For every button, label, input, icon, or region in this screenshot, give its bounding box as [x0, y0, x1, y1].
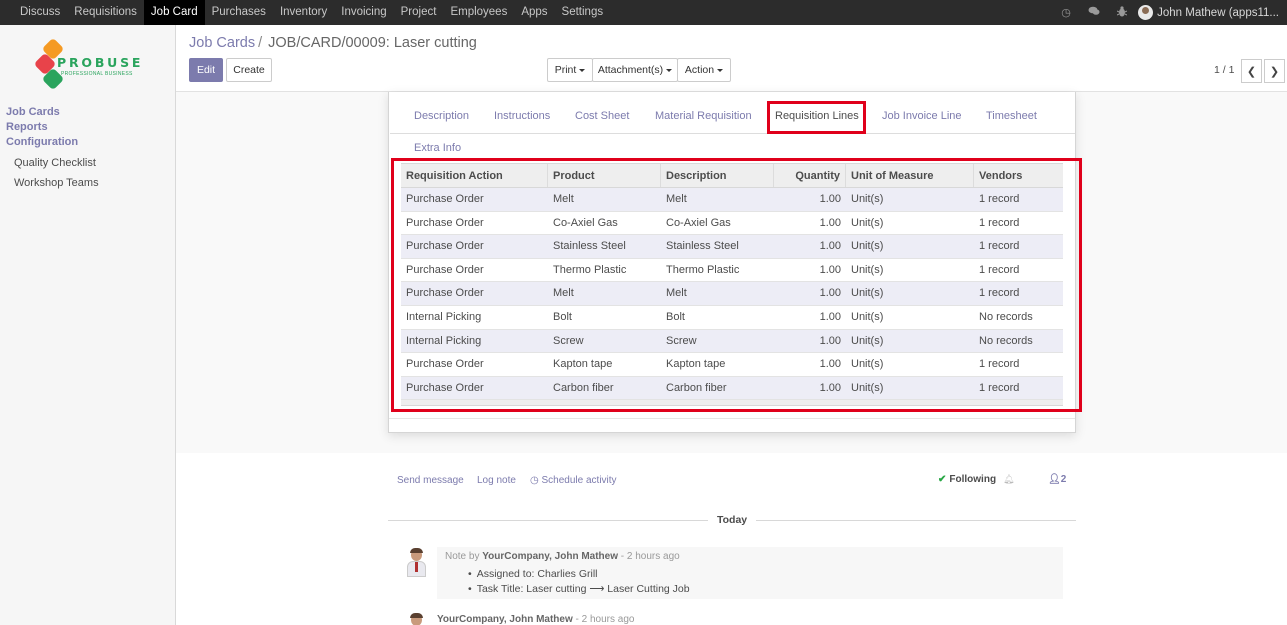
following-label: Following [949, 474, 997, 485]
active-tab-highlight-box [767, 101, 866, 134]
user-avatar [1138, 5, 1154, 20]
send-message-button[interactable]: Send message [397, 475, 464, 486]
clock-icon[interactable]: ◷ [1060, 6, 1072, 19]
company-logo: PROBUSE PROFESSIONAL BUSINESS [33, 37, 148, 93]
note-author[interactable]: YourCompany, John Mathew [482, 551, 618, 562]
action-label: Action [684, 64, 715, 76]
sidebar-menu: Job Cards Reports Configuration Quality … [6, 105, 99, 193]
attachments-button[interactable]: Attachment(s) [592, 58, 678, 82]
sidebar: PROBUSE PROFESSIONAL BUSINESS Job Cards … [0, 25, 176, 625]
message-header: YourCompany, John Mathew - 2 hours ago [437, 614, 634, 625]
schedule-activity-button[interactable]: ◷ Schedule activity [530, 475, 617, 486]
message-time: - 2 hours ago [575, 614, 635, 625]
clock-icon: ◷ [530, 475, 542, 486]
bell-icon[interactable]: 🔔︎ [1003, 474, 1014, 485]
chat-bubbles-icon[interactable] [1088, 6, 1100, 19]
action-button[interactable]: Action [677, 58, 731, 82]
tab-job-invoice-line[interactable]: Job Invoice Line [882, 110, 962, 122]
menu-settings[interactable]: Settings [555, 0, 611, 25]
sidebar-item-reports[interactable]: Reports [6, 120, 99, 135]
sheet-divider [389, 418, 1075, 419]
bug-icon[interactable] [1116, 5, 1128, 20]
following-button[interactable]: ✔ Following [938, 474, 996, 485]
chevron-left-icon: ❮ [1246, 65, 1257, 78]
breadcrumb: Job Cards / JOB/CARD/00009: Laser cutting [189, 35, 477, 51]
pager-next-button[interactable]: ❯ [1264, 59, 1285, 83]
log-note-button[interactable]: Log note [477, 475, 516, 486]
note-time: - 2 hours ago [620, 551, 680, 562]
menu-employees[interactable]: Employees [443, 0, 514, 25]
menu-apps[interactable]: Apps [514, 0, 554, 25]
print-label: Print [554, 64, 577, 76]
sidebar-item-quality-checklist[interactable]: Quality Checklist [6, 153, 99, 173]
tab-extra-info[interactable]: Extra Info [414, 142, 461, 154]
date-separator-label: Today [708, 514, 757, 526]
note-header: Note by YourCompany, John Mathew - 2 hou… [445, 551, 680, 562]
tabs-underline [390, 133, 1075, 134]
logo-brand: PROBUSE [57, 55, 144, 70]
breadcrumb-separator: / [258, 35, 263, 51]
menu-inventory[interactable]: Inventory [273, 0, 334, 25]
systray: ◷ John Mathew (apps11... [1052, 0, 1287, 25]
menu-invoicing[interactable]: Invoicing [334, 0, 393, 25]
sidebar-item-job-cards[interactable]: Job Cards [6, 105, 99, 120]
menu-purchases[interactable]: Purchases [205, 0, 273, 25]
pager-previous-button[interactable]: ❮ [1241, 59, 1262, 83]
message-author[interactable]: YourCompany, John Mathew [437, 614, 573, 625]
check-icon: ✔ [938, 474, 947, 485]
menu-job-card[interactable]: Job Card [143, 0, 205, 25]
sidebar-item-workshop-teams[interactable]: Workshop Teams [6, 173, 99, 193]
users-icon: 👤︎ [1048, 474, 1061, 485]
tab-description[interactable]: Description [414, 110, 469, 122]
breadcrumb-current: JOB/CARD/00009: Laser cutting [268, 35, 477, 51]
tab-timesheet[interactable]: Timesheet [986, 110, 1037, 122]
caret-down-icon [717, 68, 724, 72]
top-navbar: Discuss Requisitions Job Card Purchases … [0, 0, 1287, 25]
caret-down-icon [666, 68, 673, 72]
user-name: John Mathew (apps11... [1157, 6, 1279, 19]
create-button[interactable]: Create [226, 58, 272, 82]
author-avatar[interactable] [405, 613, 427, 625]
print-button[interactable]: Print [547, 58, 593, 82]
attachments-label: Attachment(s) [597, 64, 664, 76]
followers-button[interactable]: 👤︎2 [1048, 474, 1066, 485]
edit-button[interactable]: Edit [189, 58, 223, 82]
note-tracking-item: Assigned to: Charlies Grill [468, 568, 598, 580]
menu-discuss[interactable]: Discuss [13, 0, 67, 25]
tab-instructions[interactable]: Instructions [494, 110, 550, 122]
menu-requisitions[interactable]: Requisitions [67, 0, 144, 25]
note-prefix: Note by [445, 551, 480, 562]
author-avatar[interactable] [405, 548, 427, 577]
caret-down-icon [579, 68, 586, 72]
tab-material-requisition[interactable]: Material Requisition [655, 110, 752, 122]
pager-value[interactable]: 1 / 1 [1214, 64, 1234, 76]
chevron-right-icon: ❯ [1269, 65, 1280, 78]
note-tracking-item: Task Title: Laser cutting ⟶ Laser Cuttin… [468, 583, 690, 595]
logo-tagline: PROFESSIONAL BUSINESS [61, 71, 133, 77]
schedule-activity-label: Schedule activity [541, 475, 617, 486]
menu-project[interactable]: Project [394, 0, 444, 25]
sidebar-item-configuration[interactable]: Configuration [6, 135, 99, 150]
table-highlight-box [391, 158, 1082, 412]
breadcrumb-parent[interactable]: Job Cards [189, 35, 255, 51]
followers-count: 2 [1060, 474, 1067, 485]
user-menu[interactable]: John Mathew (apps11... [1138, 5, 1279, 20]
app-menu: Discuss Requisitions Job Card Purchases … [0, 0, 610, 25]
tab-cost-sheet[interactable]: Cost Sheet [575, 110, 629, 122]
